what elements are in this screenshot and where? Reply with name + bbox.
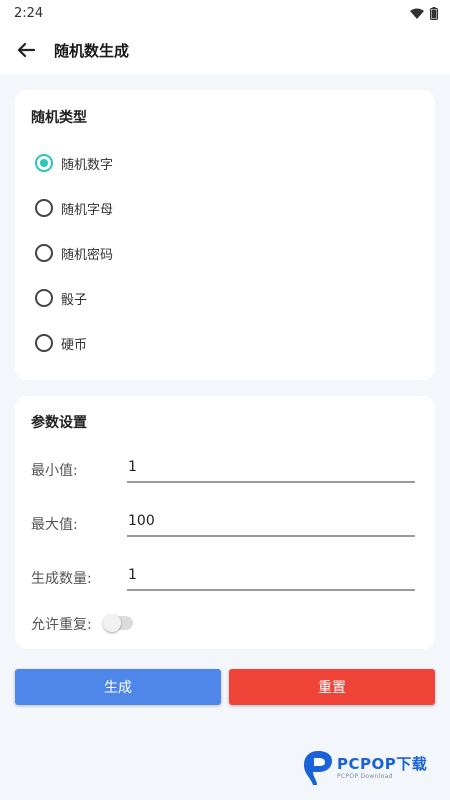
params-title: 参数设置 (31, 415, 87, 431)
watermark: PCPOP下载 PCPOP Download (303, 748, 427, 788)
watermark-sub: PCPOP Download (337, 772, 393, 780)
min-value-input[interactable] (127, 453, 415, 483)
radio-unchecked-icon[interactable] (35, 334, 53, 352)
arrow-left-icon (17, 42, 35, 58)
radio-label: 硬币 (61, 337, 88, 353)
random-type-title: 随机类型 (31, 110, 87, 126)
radio-label: 骰子 (61, 292, 88, 308)
radio-option-random-number[interactable]: 随机数字 (35, 151, 113, 175)
status-time: 2:24 (14, 5, 44, 21)
status-bar: 2:24 (0, 0, 450, 26)
reset-button[interactable]: 重置 (229, 669, 435, 705)
app-bar: 随机数生成 (0, 26, 450, 74)
generate-button[interactable]: 生成 (15, 669, 221, 705)
radio-label: 随机字母 (61, 202, 114, 218)
params-card: 参数设置 最小值: 最大值: 生成数量: 允许重复: (15, 396, 435, 649)
radio-label: 随机数字 (61, 157, 114, 173)
status-icons (410, 6, 438, 20)
count-label: 生成数量: (31, 571, 92, 587)
watermark-main: PCPOP下载 (337, 754, 428, 773)
radio-checked-icon[interactable] (35, 154, 53, 172)
radio-option-random-letter[interactable]: 随机字母 (35, 196, 113, 220)
radio-option-random-password[interactable]: 随机密码 (35, 241, 113, 265)
random-type-card: 随机类型 随机数字 随机字母 随机密码 骰子 硬币 (15, 90, 435, 380)
max-value-label: 最大值: (31, 517, 78, 533)
radio-unchecked-icon[interactable] (35, 289, 53, 307)
radio-option-coin[interactable]: 硬币 (35, 331, 87, 355)
radio-option-dice[interactable]: 骰子 (35, 286, 87, 310)
wifi-icon (410, 8, 424, 19)
battery-icon (430, 6, 438, 20)
radio-label: 随机密码 (61, 247, 114, 263)
toggle-knob (103, 614, 121, 632)
radio-unchecked-icon[interactable] (35, 244, 53, 262)
radio-unchecked-icon[interactable] (35, 199, 53, 217)
page-title: 随机数生成 (54, 41, 130, 60)
pcpop-logo-icon (304, 751, 332, 785)
min-value-label: 最小值: (31, 463, 78, 479)
count-input[interactable] (127, 561, 415, 591)
back-button[interactable] (0, 26, 52, 74)
allow-repeat-label: 允许重复: (31, 617, 92, 633)
max-value-input[interactable] (127, 507, 415, 537)
allow-repeat-toggle[interactable] (103, 614, 133, 632)
